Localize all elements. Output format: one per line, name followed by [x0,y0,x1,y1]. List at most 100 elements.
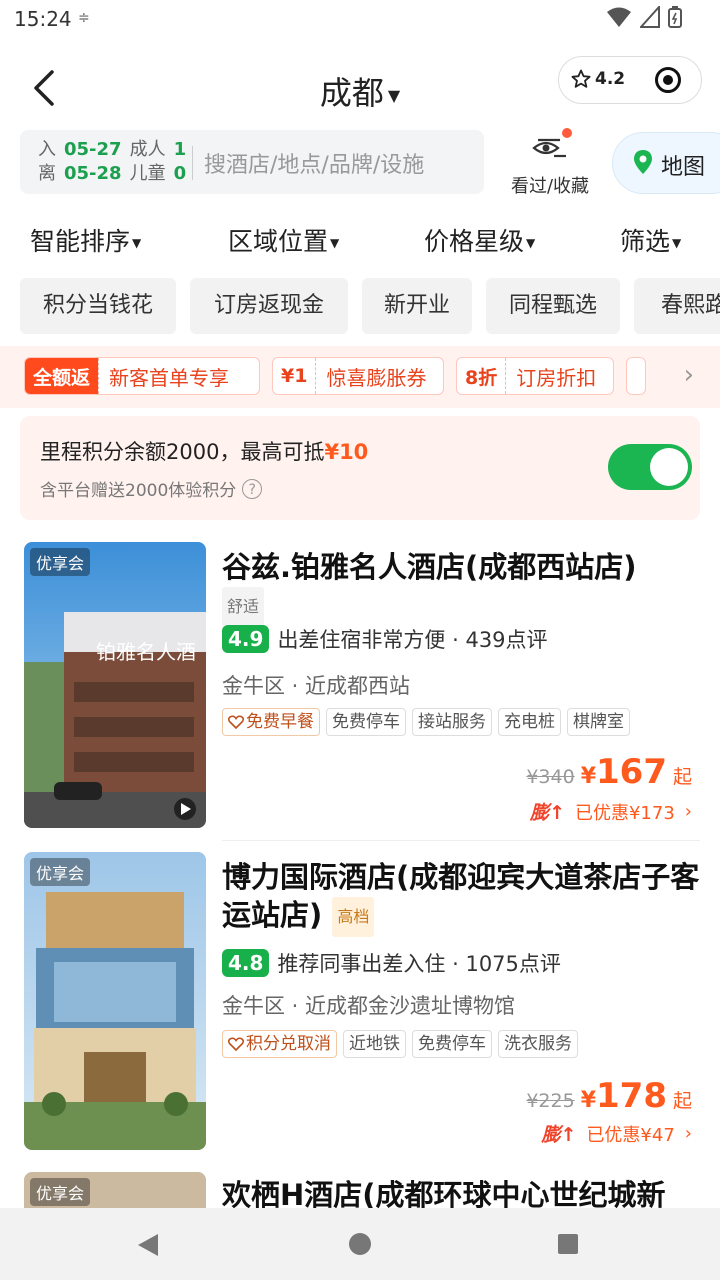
quick-tag[interactable]: 积分当钱花 [20,278,176,334]
facility-tag: 免费停车 [412,1030,492,1058]
miles-toggle[interactable] [608,444,692,490]
promo-coupon[interactable]: 8折 订房折扣 [456,357,614,395]
nav-home-icon[interactable] [348,1232,372,1256]
hotel-level-badge: 高档 [332,897,375,937]
miles-points-panel: 里程积分余额2000，最高可抵¥10 含平台赠送2000体验积分? [20,416,700,520]
card-divider [222,840,700,841]
sort-label: 区域位置 [228,227,329,256]
children-label: 儿童 [129,163,166,184]
notification-dot [562,128,572,138]
hotel-price: ¥225 ¥178 起 [526,1076,692,1116]
rating-button[interactable]: 4.2 [571,69,625,89]
hotel-name[interactable]: 欢栖H酒店(成都环球中心世纪城新 [222,1176,702,1208]
hotel-photo[interactable]: 铂雅名人酒 优享会 [24,542,206,828]
miles-balance-text: 里程积分余额2000，最高可抵 [40,440,325,464]
hotel-card[interactable]: 优享会 欢栖H酒店(成都环球中心世纪城新 [0,1172,720,1208]
price-value: 167 [596,752,667,792]
hotel-name[interactable]: 博力国际酒店(成都迎宾大道茶店子客运站店) 高档 [222,858,702,937]
hotel-name-text: 谷兹.铂雅名人酒店(成都西站店) [222,550,637,584]
quick-tag[interactable]: 同程甄选 [486,278,620,334]
sort-label: 价格星级 [424,227,525,256]
promo-text: 订房折扣 [505,358,606,394]
boost-icon: 膨↑ [541,1124,577,1146]
map-pin-icon [634,150,652,174]
divider [192,146,193,180]
promo-coupon[interactable]: ¥1 惊喜膨胀券 [272,357,444,395]
hotel-level-badge: 舒适 [222,587,265,627]
hotel-card[interactable]: 铂雅名人酒 优享会 谷兹.铂雅名人酒店(成都西站店) 舒适 4.9 出差住宿非常… [0,542,720,842]
miles-sub: 含平台赠送2000体验积分? [40,476,263,501]
facility-tag: 积分兑取消 [222,1030,337,1058]
system-nav-bar [0,1208,720,1280]
chevron-right-icon[interactable]: › [684,360,694,390]
checkin-label: 入 [38,139,56,160]
sort-price-star[interactable]: 价格星级 ▼ [424,222,535,258]
hotel-name[interactable]: 谷兹.铂雅名人酒店(成都西站店) 舒适 [222,548,702,627]
promo-coupon[interactable]: 全额返 新客首单专享 [24,357,260,395]
discount-row[interactable]: 膨↑ 已优惠¥173 › [530,798,692,825]
question-icon[interactable]: ? [242,478,263,499]
hotel-facilities: 积分兑取消 近地铁 免费停车 洗衣服务 [222,1030,578,1058]
top-bar: 成都 ▼ 4.2 [0,50,720,130]
miles-text: 里程积分余额2000，最高可抵¥10 [40,436,368,466]
search-input[interactable]: 搜酒店/地点/品牌/设施 [204,147,424,179]
hotel-sign-text: 铂雅名人酒 [96,640,196,664]
miles-max-discount: ¥10 [324,440,369,464]
sort-area[interactable]: 区域位置 ▼ [228,222,339,258]
heart-icon [228,715,244,729]
checkout-label: 离 [38,163,56,184]
original-price: ¥225 [526,1090,575,1112]
hotel-card[interactable]: 优享会 博力国际酒店(成都迎宾大道茶店子客运站店) 高档 4.8 推荐同事出差入… [0,852,720,1162]
quick-tag[interactable]: 春熙路 [634,278,720,334]
caret-down-icon: ▼ [330,236,340,250]
facility-tag: 免费停车 [326,708,406,736]
promo-key: 8折 [465,366,498,389]
search-box[interactable]: 入 05-27 成人 1 离 05-28 儿童 0 搜酒店/地点/品牌/设施 [20,130,484,194]
price-value: 178 [596,1076,667,1116]
vip-badge: 优享会 [30,548,91,576]
status-icons [606,6,682,28]
chevron-right-icon: › [684,801,692,822]
facility-tag: 充电桩 [498,708,561,736]
quick-tag[interactable]: 新开业 [362,278,472,334]
mini-program-capsule: 4.2 [558,56,702,104]
hotel-photo[interactable]: 优享会 [24,1172,206,1208]
boost-icon: 膨↑ [530,802,565,824]
price-suffix: 起 [672,1090,692,1112]
caret-down-icon: ▼ [387,85,401,105]
heart-icon [228,1037,244,1051]
date-guest-selector[interactable]: 入 05-27 成人 1 离 05-28 儿童 0 [38,138,186,186]
vip-badge: 优享会 [30,1178,91,1206]
facility-tag: 免费早餐 [222,708,320,736]
map-button[interactable]: 地图 [612,132,720,194]
close-target-icon[interactable] [655,67,681,93]
discount-row[interactable]: 膨↑ 已优惠¥47 › [542,1120,693,1147]
hotel-photo[interactable]: 优享会 [24,852,206,1150]
history-label: 看过/收藏 [510,176,590,197]
promo-key: ¥1 [281,365,308,387]
hotel-photo-image [24,852,206,1150]
sort-filter[interactable]: 筛选 ▼ [620,222,681,258]
nav-recents-icon[interactable] [557,1233,579,1255]
hotel-facilities: 免费早餐 免费停车 接站服务 充电桩 棋牌室 [222,708,630,736]
city-name: 成都 [319,74,384,112]
promo-text: 新客首单专享 [98,358,239,394]
facility-text: 积分兑取消 [246,1034,331,1054]
nav-back-icon[interactable] [136,1232,160,1258]
sort-smart[interactable]: 智能排序 ▼ [30,222,141,258]
score-badge: 4.8 [222,949,270,977]
boost-text: 膨 [541,1124,561,1146]
price-suffix: 起 [672,766,692,788]
map-label: 地图 [661,155,706,180]
current-price: ¥178 [581,1076,667,1116]
status-bar: 15:24 ≑ [0,0,720,40]
caret-down-icon: ▼ [672,236,682,250]
promo-coupon-partial[interactable] [626,357,646,395]
promo-key: 全额返 [25,358,99,394]
history-favorites-button[interactable]: 看过/收藏 [498,128,602,197]
caret-down-icon: ▼ [526,236,536,250]
hotel-score-row: 4.9 出差住宿非常方便 · 439点评 [222,624,548,654]
promo-text: 惊喜膨胀券 [315,358,436,394]
quick-tag[interactable]: 订房返现金 [190,278,348,334]
discount-text: 已优惠¥47 [586,1124,675,1146]
